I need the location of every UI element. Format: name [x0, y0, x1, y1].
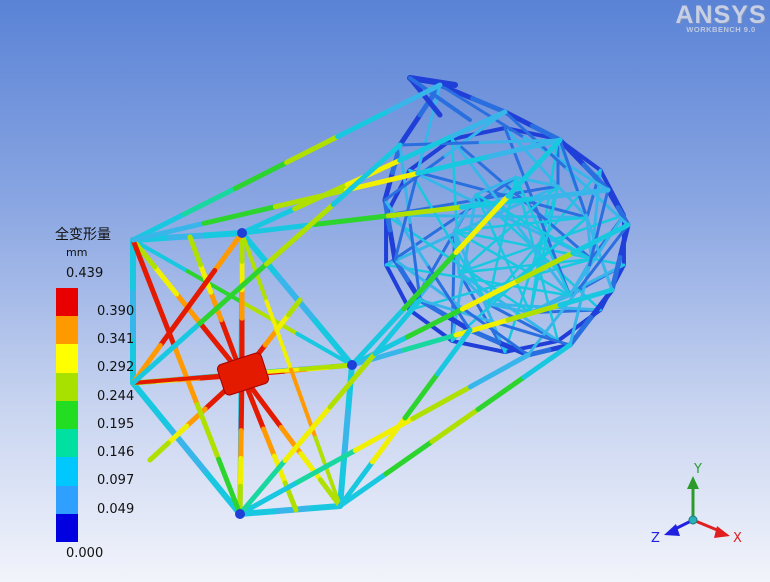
legend-tick-label: 0.292: [97, 360, 135, 376]
legend-band: [56, 457, 78, 486]
legend-band: [56, 344, 78, 373]
legend-tick-label: 0.097: [97, 473, 135, 489]
legend-band: [56, 485, 78, 514]
truss-model[interactable]: Y X Z: [0, 0, 770, 582]
legend-band: [56, 288, 78, 317]
legend-band: [56, 372, 78, 401]
truss-node: [235, 509, 245, 519]
legend-band: [56, 429, 78, 458]
truss-node: [347, 360, 357, 370]
legend-tick-label: 0.244: [97, 388, 135, 404]
logo-subtitle: WORKBENCH 9.0: [686, 25, 756, 34]
graphics-viewport[interactable]: Y X Z ANSYS WORKBENCH 9.0 全变形量 mm 0.439 …: [0, 0, 770, 582]
legend-max-value: 0.439: [66, 266, 104, 281]
legend-tick-label: 0.195: [97, 416, 135, 432]
triad-y-label: Y: [693, 462, 702, 477]
legend-band: [56, 513, 78, 542]
legend-tick-label: 0.341: [97, 332, 135, 348]
legend-tick-label: 0.390: [97, 304, 135, 319]
coordinate-triad[interactable]: Y X Z: [651, 462, 742, 546]
legend-band: [56, 400, 78, 430]
legend-tick-label: 0.146: [97, 445, 135, 461]
ansys-logo: ANSYS WORKBENCH 9.0: [674, 2, 768, 34]
central-hub[interactable]: [216, 352, 270, 397]
legend-title: 全变形量: [55, 227, 111, 243]
triad-z-label: Z: [651, 531, 660, 546]
legend-band: [56, 316, 78, 345]
legend-unit: mm: [66, 246, 88, 259]
triad-x-label: X: [733, 531, 742, 546]
legend-color-bar: [56, 288, 78, 542]
legend-min-value: 0.000: [66, 546, 104, 561]
legend-tick-label: 0.049: [97, 501, 135, 517]
truss-node: [237, 228, 247, 238]
